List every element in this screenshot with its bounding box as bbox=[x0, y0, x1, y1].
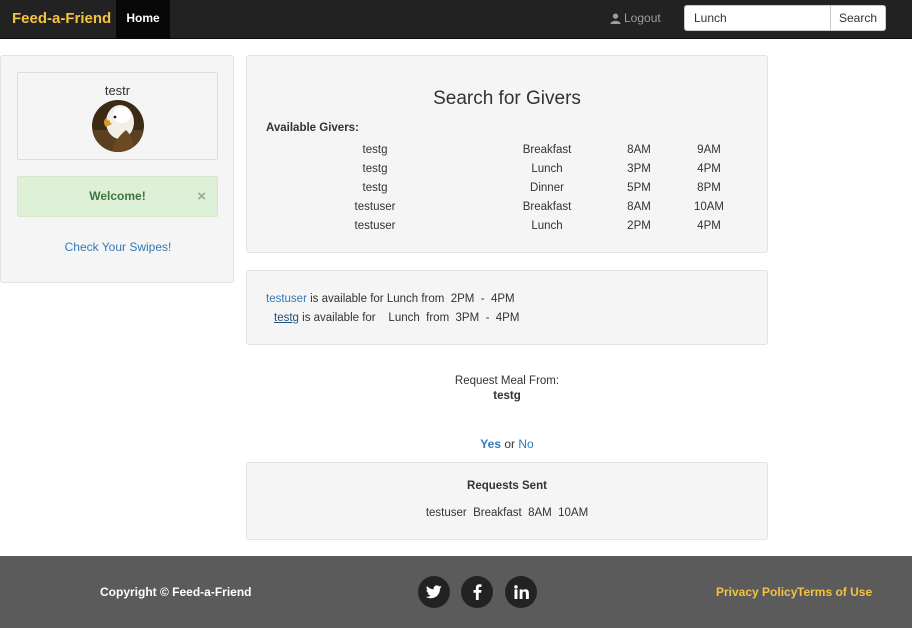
giver-name: testg bbox=[362, 144, 388, 156]
user-icon bbox=[610, 12, 621, 24]
no-link[interactable]: No bbox=[518, 437, 533, 451]
logout-link[interactable]: Logout bbox=[610, 11, 661, 25]
footer: Copyright © Feed-a-Friend Privacy Policy… bbox=[0, 556, 912, 628]
profile-username: testr bbox=[104, 83, 131, 98]
giver-name: testuser bbox=[354, 220, 396, 232]
linkedin-icon[interactable] bbox=[505, 576, 537, 608]
giver-name: testg bbox=[362, 163, 388, 175]
requests-sent-title: Requests Sent bbox=[467, 480, 547, 492]
profile-panel: testr Welcome! × Check Your Swipes! bbox=[0, 55, 234, 283]
search-givers-panel: Search for Givers Available Givers: test… bbox=[246, 55, 768, 253]
giver-start: 8AM bbox=[627, 144, 651, 156]
privacy-policy-link[interactable]: Privacy Policy bbox=[716, 585, 797, 599]
availability-panel: testuser is available for Lunch from 2PM… bbox=[246, 270, 768, 345]
profile-card: testr bbox=[17, 72, 218, 160]
check-swipes-link[interactable]: Check Your Swipes! bbox=[1, 240, 235, 254]
welcome-alert: Welcome! × bbox=[17, 176, 218, 217]
giver-start: 2PM bbox=[627, 220, 651, 232]
availability-item: testg is available for Lunch from 3PM - … bbox=[274, 312, 519, 324]
giver-row: testg Lunch 3PM 4PM bbox=[247, 163, 767, 182]
copyright-text: Copyright © Feed-a-Friend bbox=[100, 585, 252, 599]
giver-row: testuser Breakfast 8AM 10AM bbox=[247, 201, 767, 220]
request-meal-block: Request Meal From: testg bbox=[246, 375, 768, 402]
request-label: Request Meal From: bbox=[454, 375, 560, 387]
giver-row: testg Dinner 5PM 8PM bbox=[247, 182, 767, 201]
availability-item: testuser is available for Lunch from 2PM… bbox=[266, 293, 515, 305]
giver-end: 4PM bbox=[697, 220, 721, 232]
giver-start: 8AM bbox=[627, 201, 651, 213]
giver-start: 3PM bbox=[627, 163, 651, 175]
requests-sent-panel: Requests Sent testuser Breakfast 8AM 10A… bbox=[246, 462, 768, 540]
giver-end: 8PM bbox=[697, 182, 721, 194]
close-icon[interactable]: × bbox=[197, 177, 206, 216]
giver-name: testg bbox=[362, 182, 388, 194]
giver-row: testuser Lunch 2PM 4PM bbox=[247, 220, 767, 239]
giver-link[interactable]: testg bbox=[274, 312, 299, 324]
avatar bbox=[92, 100, 144, 152]
giver-end: 4PM bbox=[697, 163, 721, 175]
twitter-icon[interactable] bbox=[418, 576, 450, 608]
giver-link[interactable]: testuser bbox=[266, 293, 307, 305]
giver-start: 5PM bbox=[627, 182, 651, 194]
facebook-icon[interactable] bbox=[461, 576, 493, 608]
logout-label: Logout bbox=[624, 11, 661, 25]
giver-end: 10AM bbox=[693, 201, 725, 213]
search-input[interactable] bbox=[684, 5, 831, 31]
request-giver-name: testg bbox=[493, 390, 521, 402]
nav-home[interactable]: Home bbox=[116, 0, 170, 38]
giver-end: 9AM bbox=[697, 144, 721, 156]
giver-meal: Breakfast bbox=[522, 144, 572, 156]
terms-of-use-link[interactable]: Terms of Use bbox=[797, 585, 872, 599]
yes-link[interactable]: Yes bbox=[480, 437, 501, 451]
availability-text: is available for Lunch from 3PM - 4PM bbox=[298, 312, 520, 324]
requests-sent-row: testuser Breakfast 8AM 10AM bbox=[425, 507, 589, 519]
availability-text: is available for Lunch from 2PM - 4PM bbox=[306, 293, 515, 305]
giver-meal: Lunch bbox=[531, 163, 563, 175]
or-text: or bbox=[501, 437, 519, 451]
giver-name: testuser bbox=[354, 201, 396, 213]
search-button[interactable]: Search bbox=[830, 5, 886, 31]
giver-row: testg Breakfast 8AM 9AM bbox=[247, 144, 767, 163]
giver-meal: Lunch bbox=[531, 220, 563, 232]
request-confirm: Yes or No bbox=[246, 437, 768, 451]
brand-link[interactable]: Feed-a-Friend bbox=[12, 10, 111, 27]
available-givers-label: Available Givers: bbox=[266, 122, 359, 134]
giver-meal: Breakfast bbox=[522, 201, 572, 213]
navbar: Feed-a-Friend Home Logout Search bbox=[0, 0, 912, 39]
givers-title: Search for Givers bbox=[433, 88, 581, 109]
giver-meal: Dinner bbox=[530, 182, 564, 194]
welcome-text: Welcome! bbox=[89, 189, 146, 203]
